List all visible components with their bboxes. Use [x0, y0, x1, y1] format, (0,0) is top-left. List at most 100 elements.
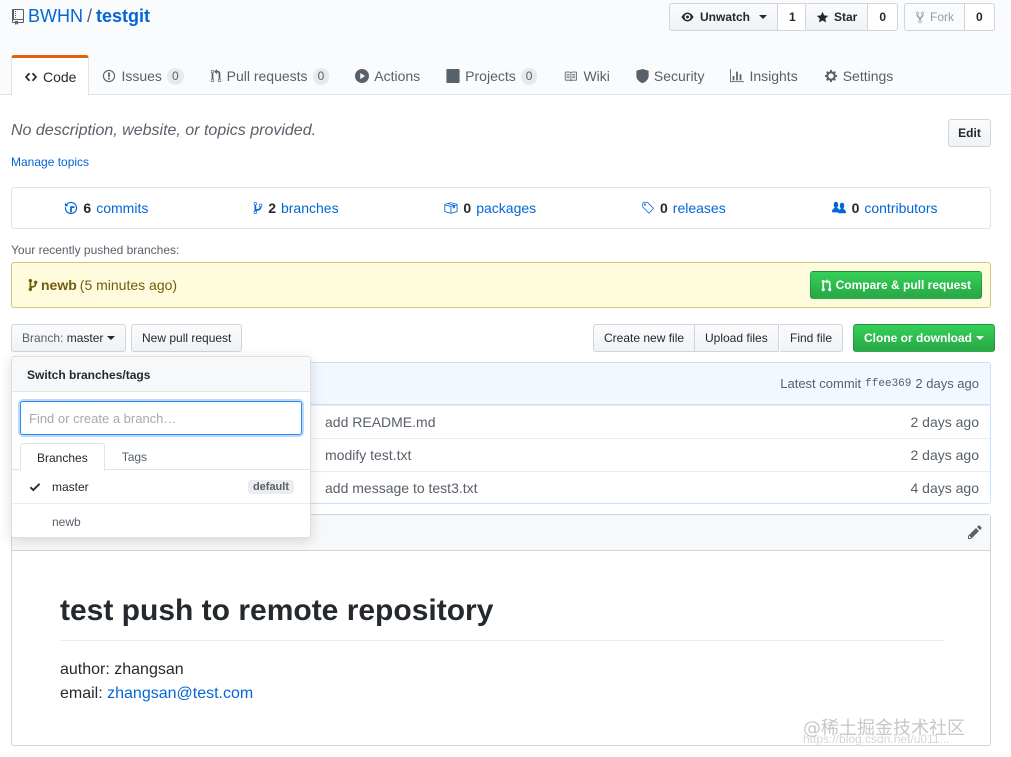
recent-branch-name[interactable]: newb — [41, 277, 77, 293]
tag-icon — [642, 201, 654, 214]
commits-link[interactable]: 6 commits — [64, 200, 148, 216]
packages-link[interactable]: 0 packages — [443, 200, 536, 216]
branch-icon — [28, 278, 38, 292]
tab-label: Code — [43, 68, 77, 85]
package-icon — [444, 202, 458, 214]
branch-item-newb[interactable]: newb — [12, 505, 310, 539]
tab-settings[interactable]: Settings — [811, 55, 907, 95]
play-icon — [355, 69, 370, 83]
branch-select-label: Branch: — [22, 331, 64, 345]
chevron-down-icon — [976, 336, 984, 340]
numbers-summary: 6 commits 2 branches 0 packages 0 releas… — [11, 187, 991, 229]
recent-branches-label: Your recently pushed branches: — [11, 243, 180, 257]
contributors-label: contributors — [864, 200, 938, 216]
latest-commit-label: Latest commit — [780, 376, 862, 391]
gear-icon — [824, 69, 837, 83]
pull-request-icon — [210, 69, 221, 83]
repo-separator: / — [87, 6, 93, 26]
repo-title: BWHN / testgit — [12, 6, 150, 27]
pencil-icon[interactable] — [968, 524, 982, 540]
tab-security[interactable]: Security — [623, 55, 718, 95]
contributors-link[interactable]: 0 contributors — [831, 200, 938, 216]
recent-branch: newb (5 minutes ago) — [28, 277, 177, 293]
watch-button[interactable]: Unwatch — [669, 3, 779, 31]
branches-count: 2 — [268, 200, 276, 216]
repo-tabs: Code Issues 0 Pull requests 0 Actions Pr… — [11, 55, 907, 96]
watch-group: Unwatch 1 — [669, 3, 808, 31]
tab-code[interactable]: Code — [11, 55, 90, 96]
tab-insights[interactable]: Insights — [717, 55, 810, 95]
fork-button[interactable]: Fork — [904, 3, 965, 31]
tab-issues[interactable]: Issues 0 — [89, 55, 196, 95]
book-icon — [565, 71, 578, 81]
branch-name: master — [52, 479, 89, 494]
commit-message-link[interactable]: add README.md — [325, 414, 435, 430]
tab-actions[interactable]: Actions — [342, 55, 433, 95]
clone-download-button[interactable]: Clone or download — [853, 324, 995, 352]
edit-button[interactable]: Edit — [948, 119, 991, 147]
watch-count[interactable]: 1 — [778, 3, 808, 31]
recent-branch-banner: newb (5 minutes ago) Compare & pull requ… — [11, 262, 991, 308]
repo-owner-link[interactable]: BWHN — [28, 6, 83, 27]
releases-count: 0 — [660, 200, 668, 216]
star-group: Star 0 — [805, 3, 899, 31]
tab-wiki[interactable]: Wiki — [550, 55, 622, 95]
find-file-button[interactable]: Find file — [780, 324, 844, 352]
commit-message-link[interactable]: modify test.txt — [325, 447, 411, 463]
commit-sha-link[interactable]: ffee369 — [865, 378, 911, 390]
tab-pull-requests[interactable]: Pull requests 0 — [197, 55, 343, 95]
eye-icon — [681, 12, 694, 22]
code-icon — [24, 72, 38, 81]
commit-age: 4 days ago — [910, 480, 980, 496]
branch-select-value: master — [66, 331, 104, 345]
branch-icon — [253, 201, 263, 215]
releases-link[interactable]: 0 releases — [641, 200, 726, 216]
packages-label: packages — [476, 200, 537, 216]
repo-icon — [12, 8, 24, 25]
default-badge: default — [247, 480, 294, 494]
tab-label: Settings — [842, 68, 894, 84]
tab-tags[interactable]: Tags — [105, 443, 164, 470]
star-button[interactable]: Star — [805, 3, 869, 31]
star-icon — [816, 11, 829, 22]
tab-count: 0 — [520, 67, 538, 85]
packages-count: 0 — [463, 200, 472, 216]
branch-select-button[interactable]: Branch: master — [11, 324, 127, 352]
commit-age: 2 days ago — [910, 447, 980, 463]
compare-pull-request-button[interactable]: Compare & pull request — [809, 271, 982, 299]
fork-count[interactable]: 0 — [965, 3, 995, 31]
clone-label: Clone or download — [864, 331, 972, 345]
commits-count: 6 — [83, 200, 92, 216]
latest-commit-time: 2 days ago — [915, 376, 979, 391]
branch-item-master[interactable]: master default — [12, 470, 310, 504]
star-count[interactable]: 0 — [868, 3, 899, 31]
tab-branches[interactable]: Branches — [20, 443, 105, 471]
repo-header: BWHN / testgit Unwatch 1 Star 0 Fork 0 C… — [0, 0, 1011, 96]
readme-email-link[interactable]: zhangsan@test.com — [107, 685, 253, 702]
branch-filter-input[interactable] — [20, 401, 302, 435]
repo-name-link[interactable]: testgit — [96, 6, 150, 27]
fork-icon — [915, 11, 925, 23]
dropdown-header: Switch branches/tags — [12, 357, 310, 392]
readme-box: test push to remote repository author: z… — [11, 514, 991, 746]
history-icon — [65, 201, 78, 215]
commits-label: commits — [96, 200, 149, 216]
tab-count: 0 — [312, 67, 330, 85]
tab-label: Actions — [374, 68, 421, 84]
commit-message-link[interactable]: add message to test3.txt — [325, 480, 478, 496]
branch-name: newb — [52, 515, 81, 529]
watch-label: Unwatch — [700, 10, 751, 24]
project-icon — [446, 69, 460, 83]
commit-age: 2 days ago — [910, 414, 980, 430]
fork-label: Fork — [930, 10, 954, 24]
contributors-count: 0 — [851, 200, 860, 216]
manage-topics-link[interactable]: Manage topics — [11, 155, 89, 169]
star-label: Star — [834, 10, 858, 24]
tab-projects[interactable]: Projects 0 — [433, 55, 550, 95]
compare-label: Compare & pull request — [835, 278, 971, 292]
create-new-file-button[interactable]: Create new file — [593, 324, 696, 352]
new-pull-request-button[interactable]: New pull request — [131, 324, 243, 352]
chevron-down-icon — [759, 15, 768, 19]
branches-link[interactable]: 2 branches — [253, 200, 339, 216]
upload-files-button[interactable]: Upload files — [695, 324, 779, 352]
